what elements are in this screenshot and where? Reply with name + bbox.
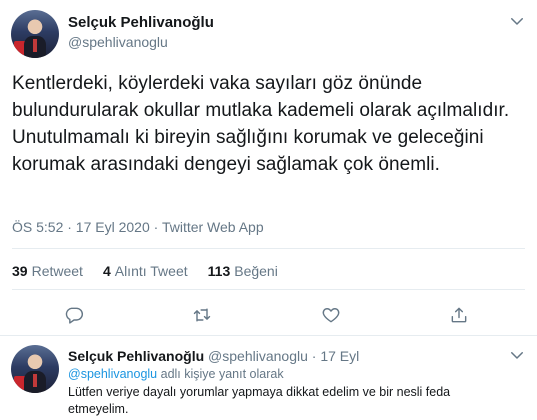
like-count: 113 — [207, 263, 231, 279]
retweet-count: 39 — [12, 263, 28, 279]
share-icon[interactable] — [446, 302, 472, 328]
quote-count: 4 — [102, 263, 111, 279]
retweet-label: Retweet — [31, 263, 83, 279]
author-name[interactable]: Selçuk Pehlivanoğlu — [68, 14, 214, 31]
reply-icon[interactable] — [61, 302, 87, 328]
reply-separator: · — [311, 348, 317, 364]
reply-to-mention[interactable]: @spehlivanoglu — [68, 367, 157, 381]
tweet-actions — [0, 302, 537, 330]
quote-label: Alıntı Tweet — [114, 263, 188, 279]
author-handle[interactable]: @spehlivanoglu — [68, 34, 168, 50]
reply-date[interactable]: 17 Eyl — [320, 348, 359, 364]
reply-author-name[interactable]: Selçuk Pehlivanoğlu — [68, 348, 204, 364]
divider — [12, 248, 525, 249]
retweet-icon[interactable] — [189, 302, 215, 328]
like-icon[interactable] — [318, 302, 344, 328]
reply-context: @spehlivanoglu adlı kişiye yanıt olarak — [68, 367, 284, 381]
chevron-down-icon[interactable] — [508, 12, 526, 30]
like-stat[interactable]: 113 Beğeni — [208, 263, 278, 279]
reply-author-handle[interactable]: @spehlivanoglu — [208, 348, 308, 364]
reply-text: Lütfen veriye dayalı yorumlar yapmaya di… — [68, 385, 451, 416]
tweet-stats: 39 Retweet 4 Alıntı Tweet 113 Beğeni — [12, 263, 278, 279]
tweet-meta[interactable]: ÖS 5:52 · 17 Eyl 2020 · Twitter Web App — [12, 219, 264, 235]
reply-to-suffix: adlı kişiye yanıt olarak — [160, 367, 284, 381]
reply-author-avatar[interactable] — [11, 345, 59, 393]
quote-stat[interactable]: 4 Alıntı Tweet — [103, 263, 188, 279]
like-label: Beğeni — [234, 263, 278, 279]
divider — [12, 289, 525, 290]
tweet-separator — [0, 335, 537, 336]
reply-header: Selçuk Pehlivanoğlu @spehlivanoglu · 17 … — [68, 348, 359, 364]
retweet-stat[interactable]: 39 Retweet — [12, 263, 83, 279]
chevron-down-icon[interactable] — [508, 346, 526, 364]
tweet-text: Kentlerdeki, köylerdeki vaka sayıları gö… — [12, 73, 510, 175]
author-avatar[interactable] — [11, 10, 59, 58]
